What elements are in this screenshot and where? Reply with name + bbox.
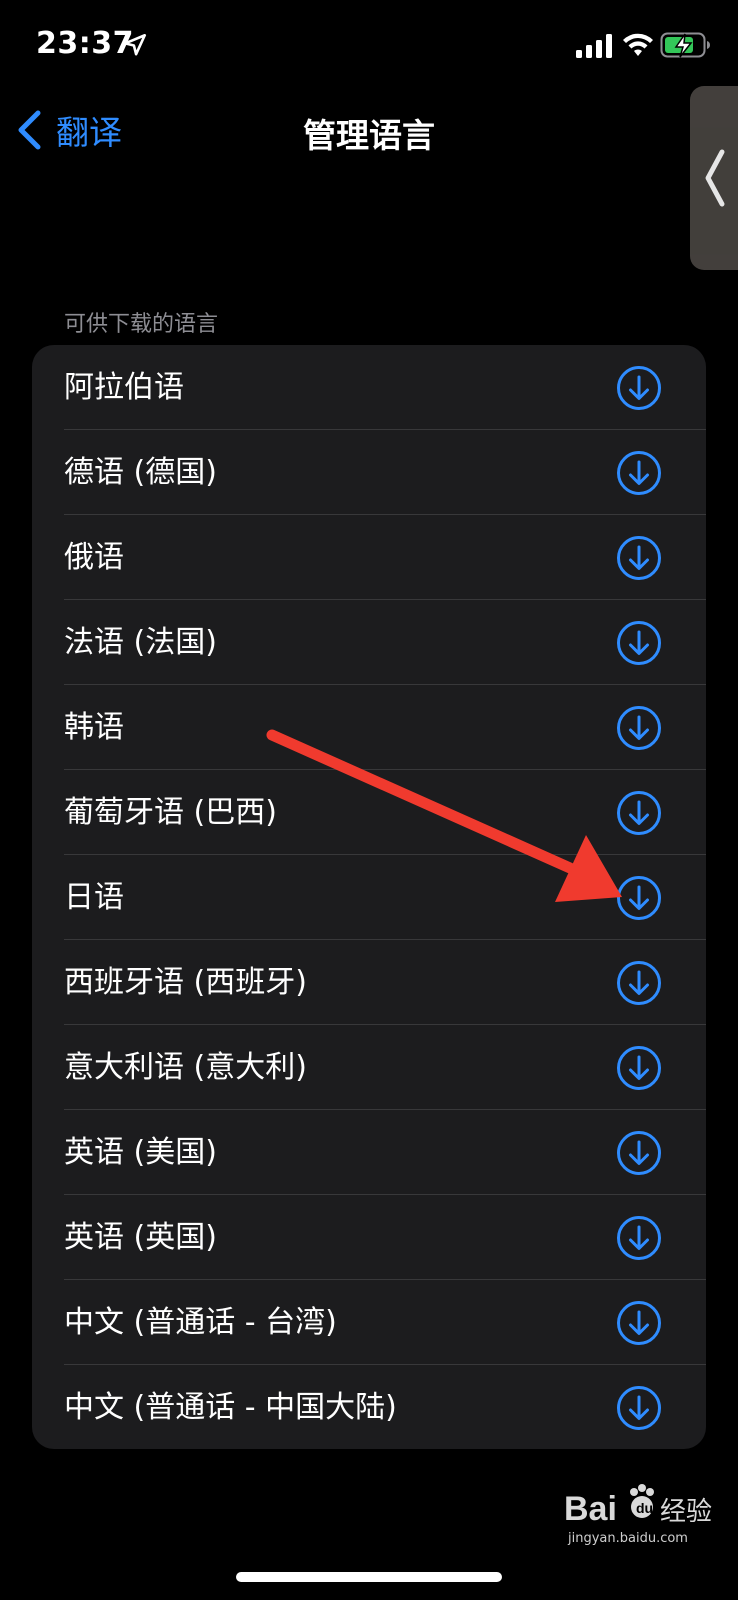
- watermark-domain: jingyan.baidu.com: [567, 1531, 688, 1546]
- language-label: 英语 (美国): [64, 1135, 217, 1170]
- download-icon[interactable]: [616, 1045, 662, 1091]
- status-time: 23:37: [36, 26, 134, 61]
- list-item[interactable]: 意大利语 (意大利): [32, 1025, 706, 1110]
- download-icon[interactable]: [616, 1215, 662, 1261]
- home-indicator[interactable]: [236, 1572, 502, 1582]
- navigation-bar: 翻译 管理语言: [0, 95, 738, 165]
- download-icon[interactable]: [616, 875, 662, 921]
- list-item[interactable]: 中文 (普通话 - 台湾): [32, 1280, 706, 1365]
- list-item[interactable]: 日语: [32, 855, 706, 940]
- download-icon[interactable]: [616, 960, 662, 1006]
- list-item[interactable]: 葡萄牙语 (巴西): [32, 770, 706, 855]
- download-icon[interactable]: [616, 1130, 662, 1176]
- page-title: 管理语言: [303, 116, 435, 155]
- language-label: 阿拉伯语: [64, 370, 184, 405]
- language-label: 中文 (普通话 - 台湾): [64, 1305, 337, 1340]
- download-icon[interactable]: [616, 535, 662, 581]
- watermark-brand: Bai: [564, 1490, 617, 1528]
- list-item[interactable]: 阿拉伯语: [32, 345, 706, 430]
- download-icon[interactable]: [616, 790, 662, 836]
- cellular-signal-icon: [576, 34, 612, 58]
- download-icon[interactable]: [616, 1300, 662, 1346]
- list-item[interactable]: 英语 (英国): [32, 1195, 706, 1280]
- language-label: 葡萄牙语 (巴西): [64, 795, 277, 830]
- language-label: 英语 (英国): [64, 1220, 217, 1255]
- list-item[interactable]: 德语 (德国): [32, 430, 706, 515]
- wifi-icon: [623, 33, 653, 56]
- language-label: 韩语: [64, 710, 124, 745]
- list-item[interactable]: 俄语: [32, 515, 706, 600]
- list-item[interactable]: 西班牙语 (西班牙): [32, 940, 706, 1025]
- chevron-left-icon: [705, 149, 725, 207]
- list-item[interactable]: 中文 (普通话 - 中国大陆): [32, 1365, 706, 1449]
- side-panel-handle[interactable]: [690, 86, 738, 270]
- language-label: 西班牙语 (西班牙): [64, 965, 307, 1000]
- download-icon[interactable]: [616, 1385, 662, 1431]
- baidu-jingyan-watermark: Bai du 经验 jingyan.baidu.com: [564, 1484, 712, 1546]
- list-item[interactable]: 法语 (法国): [32, 600, 706, 685]
- language-label: 意大利语 (意大利): [64, 1050, 307, 1085]
- language-label: 法语 (法国): [64, 625, 217, 660]
- language-label: 日语: [64, 880, 124, 915]
- language-label: 俄语: [64, 540, 124, 575]
- battery-charging-icon: [660, 32, 710, 58]
- download-icon[interactable]: [616, 620, 662, 666]
- location-arrow-icon: [123, 33, 147, 56]
- watermark-suffix: 经验: [660, 1497, 712, 1527]
- download-icon[interactable]: [616, 365, 662, 411]
- list-item[interactable]: 韩语: [32, 685, 706, 770]
- watermark-brand-tail: du: [636, 1500, 653, 1516]
- download-icon[interactable]: [616, 705, 662, 751]
- list-item[interactable]: 英语 (美国): [32, 1110, 706, 1195]
- section-header: 可供下载的语言: [64, 312, 219, 337]
- language-label: 德语 (德国): [64, 455, 217, 490]
- download-icon[interactable]: [616, 450, 662, 496]
- status-bar: 23:37: [0, 0, 738, 90]
- language-list: 阿拉伯语 德语 (德国) 俄语 法语 (法国) 韩语 葡萄牙语 (巴西) 日语 …: [32, 345, 706, 1449]
- language-label: 中文 (普通话 - 中国大陆): [64, 1390, 397, 1425]
